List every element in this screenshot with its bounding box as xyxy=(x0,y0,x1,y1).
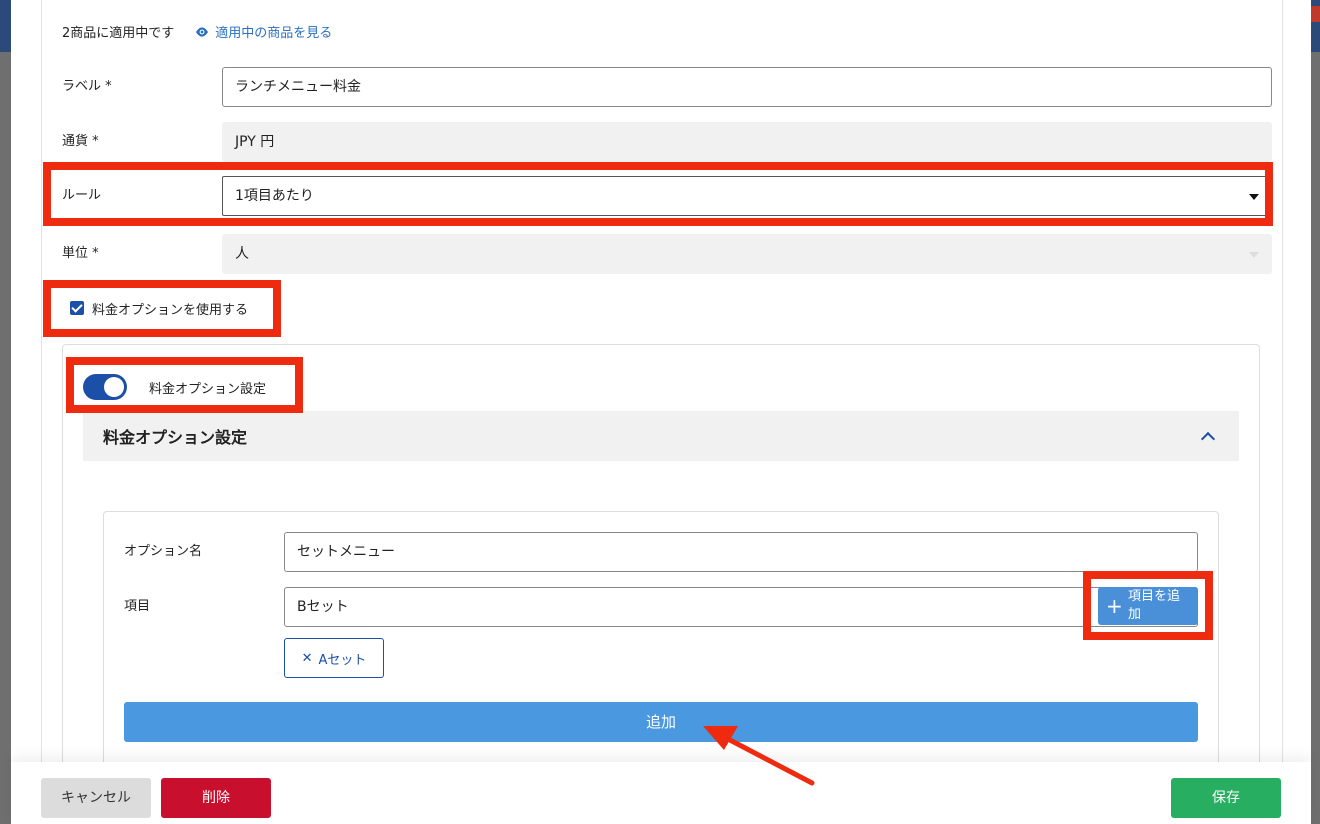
option-editor-card: オプション名 セットメニュー 項目 Bセット + 項目を追 加 ✕ Aセット 追… xyxy=(103,511,1219,773)
label-field-label: ラベル * xyxy=(62,79,112,94)
plus-icon: + xyxy=(1106,594,1123,618)
currency-readonly-field: JPY 円 xyxy=(222,122,1272,162)
applied-count-text: 2商品に適用中です xyxy=(62,26,175,41)
option-name-row: オプション名 セットメニュー xyxy=(124,532,1198,572)
applied-products-row: 2商品に適用中です 適用中の商品を見る xyxy=(62,22,332,41)
currency-field-row: 通貨 * JPY 円 xyxy=(62,122,1272,162)
rule-select[interactable]: 1項目あたり xyxy=(222,176,1272,216)
price-option-toggle-row: 料金オプション設定 xyxy=(83,373,266,401)
unit-field-row: 単位 * 人 xyxy=(62,234,1272,274)
add-option-button[interactable]: 追加 xyxy=(124,702,1198,742)
caret-down-icon xyxy=(1249,252,1259,258)
option-name-input[interactable]: セットメニュー xyxy=(284,532,1198,572)
unit-select[interactable]: 人 xyxy=(222,234,1272,274)
price-option-toggle[interactable] xyxy=(83,374,127,400)
view-applied-products-link[interactable]: 適用中の商品を見る xyxy=(194,22,332,41)
price-option-accordion-header[interactable]: 料金オプション設定 xyxy=(83,411,1239,461)
toggle-knob xyxy=(104,377,124,397)
backdrop-overlay-left xyxy=(0,52,11,824)
modal-footer: キャンセル 削除 保存 xyxy=(11,762,1311,824)
items-row: 項目 Bセット xyxy=(124,587,1198,627)
view-applied-products-label: 適用中の商品を見る xyxy=(215,26,333,41)
price-option-toggle-label: 料金オプション設定 xyxy=(149,381,267,397)
checkbox-checked-icon[interactable] xyxy=(70,301,84,315)
modal-content: 2商品に適用中です 適用中の商品を見る ラベル * ランチメニュー料金 通貨 *… xyxy=(41,0,1283,773)
cancel-button[interactable]: キャンセル xyxy=(41,778,151,818)
use-price-option-label: 料金オプションを使用する xyxy=(92,302,249,318)
save-button[interactable]: 保存 xyxy=(1171,778,1281,818)
rule-field-row: ルール 1項目あたり xyxy=(62,176,1272,216)
price-option-panel: 料金オプション設定 料金オプション設定 オプション名 セットメニュー 項目 Bセ… xyxy=(62,344,1260,773)
eye-icon xyxy=(196,26,209,37)
label-field-row: ラベル * ランチメニュー料金 xyxy=(62,67,1272,107)
unit-field-label: 単位 * xyxy=(62,246,99,261)
add-item-button-label: 項目を追 加 xyxy=(1128,589,1181,622)
item-input[interactable]: Bセット xyxy=(284,587,1198,627)
item-chip-a-set[interactable]: ✕ Aセット xyxy=(284,638,384,678)
price-option-section-title: 料金オプション設定 xyxy=(103,428,248,447)
add-item-button[interactable]: + 項目を追 加 xyxy=(1098,587,1198,625)
currency-field-label: 通貨 * xyxy=(62,134,99,149)
rule-select-value: 1項目あたり xyxy=(235,188,314,204)
caret-down-icon xyxy=(1249,194,1259,200)
rule-field-label: ルール xyxy=(62,188,102,203)
use-price-option-checkbox-row[interactable]: 料金オプションを使用する xyxy=(70,293,248,323)
option-name-label: オプション名 xyxy=(124,544,203,559)
delete-button[interactable]: 削除 xyxy=(161,778,271,818)
item-chip-label: Aセット xyxy=(318,652,367,668)
chevron-up-icon[interactable] xyxy=(1200,431,1216,446)
unit-select-value: 人 xyxy=(235,246,249,262)
price-settings-modal: 2商品に適用中です 適用中の商品を見る ラベル * ランチメニュー料金 通貨 *… xyxy=(11,0,1311,824)
close-icon[interactable]: ✕ xyxy=(302,651,313,666)
items-label: 項目 xyxy=(124,599,151,614)
label-input[interactable]: ランチメニュー料金 xyxy=(222,67,1272,107)
